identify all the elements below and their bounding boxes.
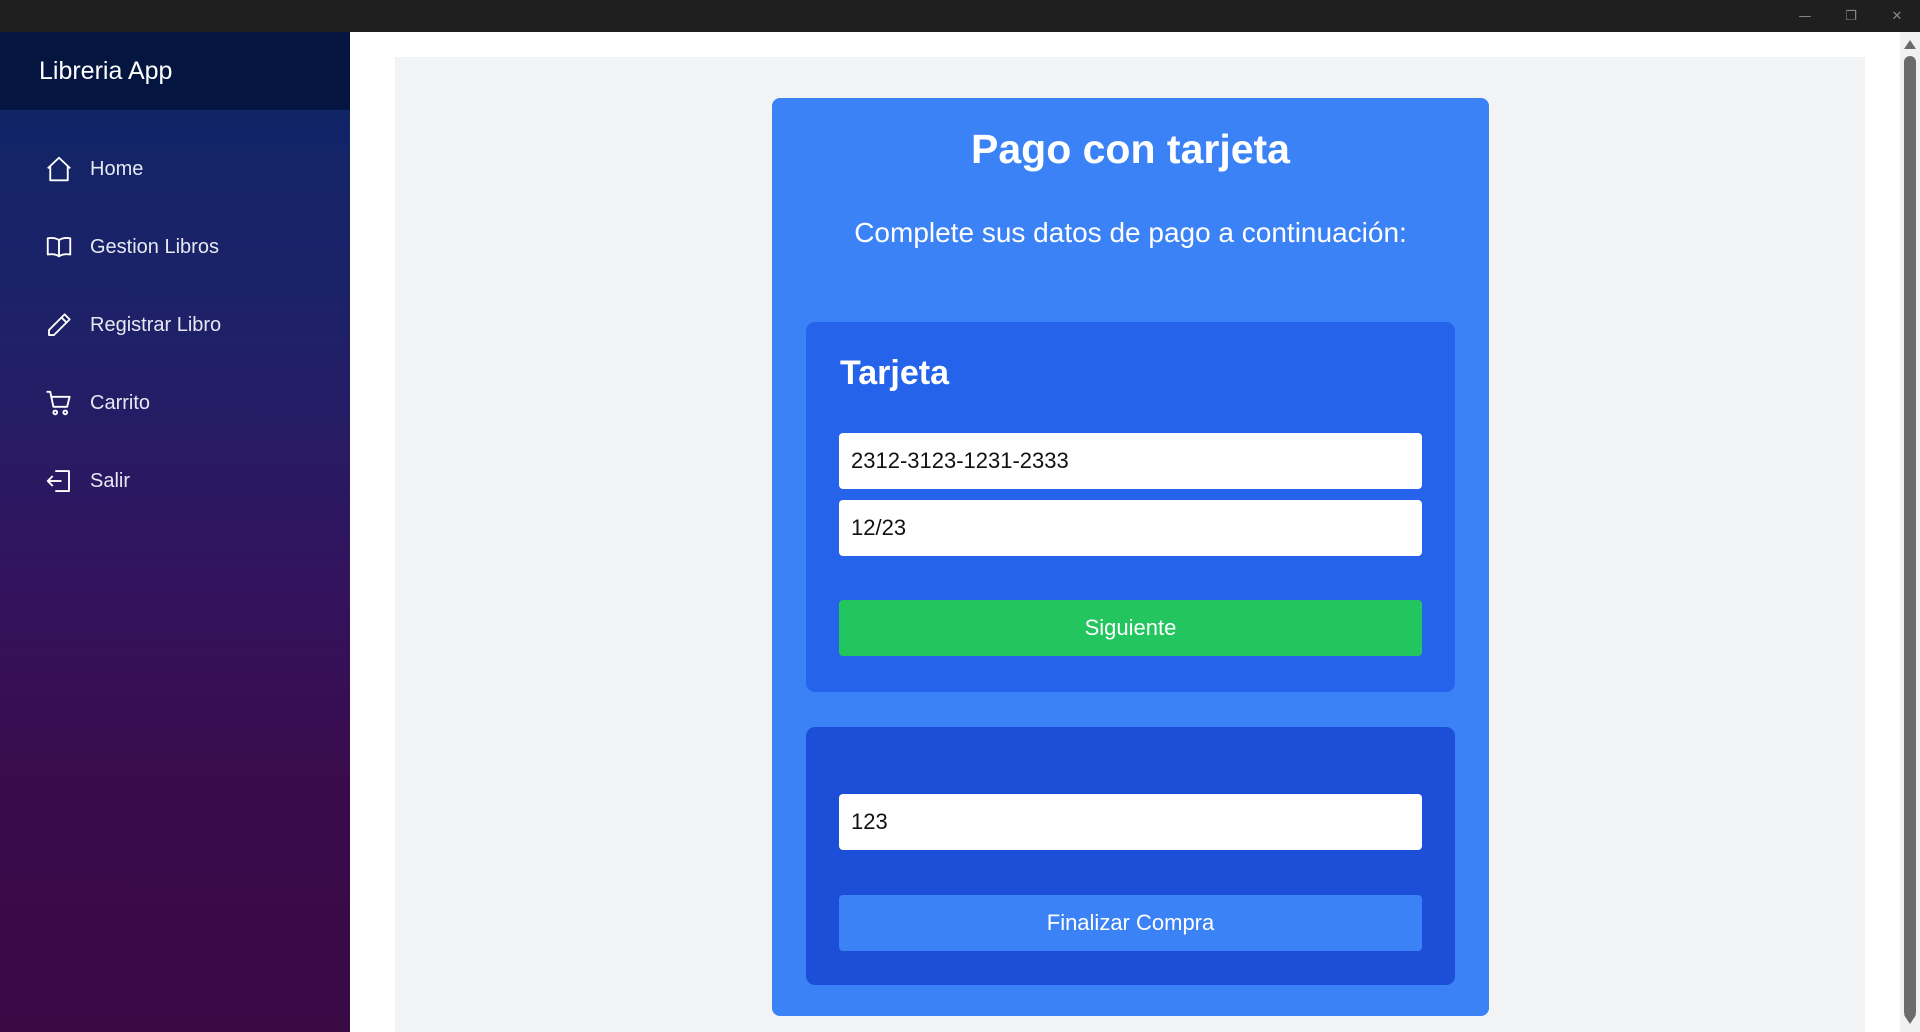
pencil-icon xyxy=(48,313,71,336)
cvv-panel: Finalizar Compra xyxy=(806,727,1455,985)
sidebar-item-salir[interactable]: Salir xyxy=(0,442,350,520)
page-subtitle: Complete sus datos de pago a continuació… xyxy=(854,217,1407,248)
sidebar-item-label: Home xyxy=(90,157,144,180)
home-icon xyxy=(47,156,71,182)
sidebar-item-gestion-libros[interactable]: Gestion Libros xyxy=(0,208,350,286)
book-icon xyxy=(46,237,72,258)
card-number-input[interactable] xyxy=(839,433,1422,489)
sidebar-item-label: Carrito xyxy=(90,391,151,414)
card-details-panel: Tarjeta Siguiente xyxy=(806,322,1455,692)
finish-purchase-button[interactable]: Finalizar Compra xyxy=(839,895,1422,951)
page-title: Pago con tarjeta xyxy=(971,126,1290,172)
sidebar-item-home[interactable]: Home xyxy=(0,130,350,208)
window-titlebar: — ❐ ✕ xyxy=(0,0,1920,32)
logout-icon xyxy=(46,470,70,492)
content-area: Pago con tarjeta Complete sus datos de p… xyxy=(395,57,1865,1032)
sidebar-item-label: Gestion Libros xyxy=(90,235,219,258)
next-button[interactable]: Siguiente xyxy=(839,600,1422,656)
close-button[interactable]: ✕ xyxy=(1874,0,1920,32)
scroll-thumb[interactable] xyxy=(1904,56,1916,1018)
sidebar-item-label: Salir xyxy=(90,469,131,492)
cart-icon xyxy=(46,390,71,416)
cvv-input[interactable] xyxy=(839,794,1422,850)
card-section-title: Tarjeta xyxy=(840,354,949,392)
sidebar: Libreria App Home Gestion Libros Registr… xyxy=(0,32,350,1032)
payment-card: Pago con tarjeta Complete sus datos de p… xyxy=(772,98,1489,1016)
sidebar-item-label: Registrar Libro xyxy=(90,313,222,336)
maximize-button[interactable]: ❐ xyxy=(1828,0,1874,32)
window-controls: — ❐ ✕ xyxy=(1782,0,1920,32)
vertical-scrollbar[interactable] xyxy=(1900,32,1920,1032)
minimize-button[interactable]: — xyxy=(1782,0,1828,32)
scroll-down-arrow-icon[interactable] xyxy=(1904,1015,1916,1024)
main-area: Pago con tarjeta Complete sus datos de p… xyxy=(350,32,1900,1032)
sidebar-item-carrito[interactable]: Carrito xyxy=(0,364,350,442)
scroll-up-arrow-icon[interactable] xyxy=(1904,40,1916,49)
expiry-date-input[interactable] xyxy=(839,500,1422,556)
sidebar-item-registrar-libro[interactable]: Registrar Libro xyxy=(0,286,350,364)
sidebar-nav: Home Gestion Libros Registrar Libro Carr… xyxy=(0,130,350,520)
app-title: Libreria App xyxy=(0,32,350,110)
